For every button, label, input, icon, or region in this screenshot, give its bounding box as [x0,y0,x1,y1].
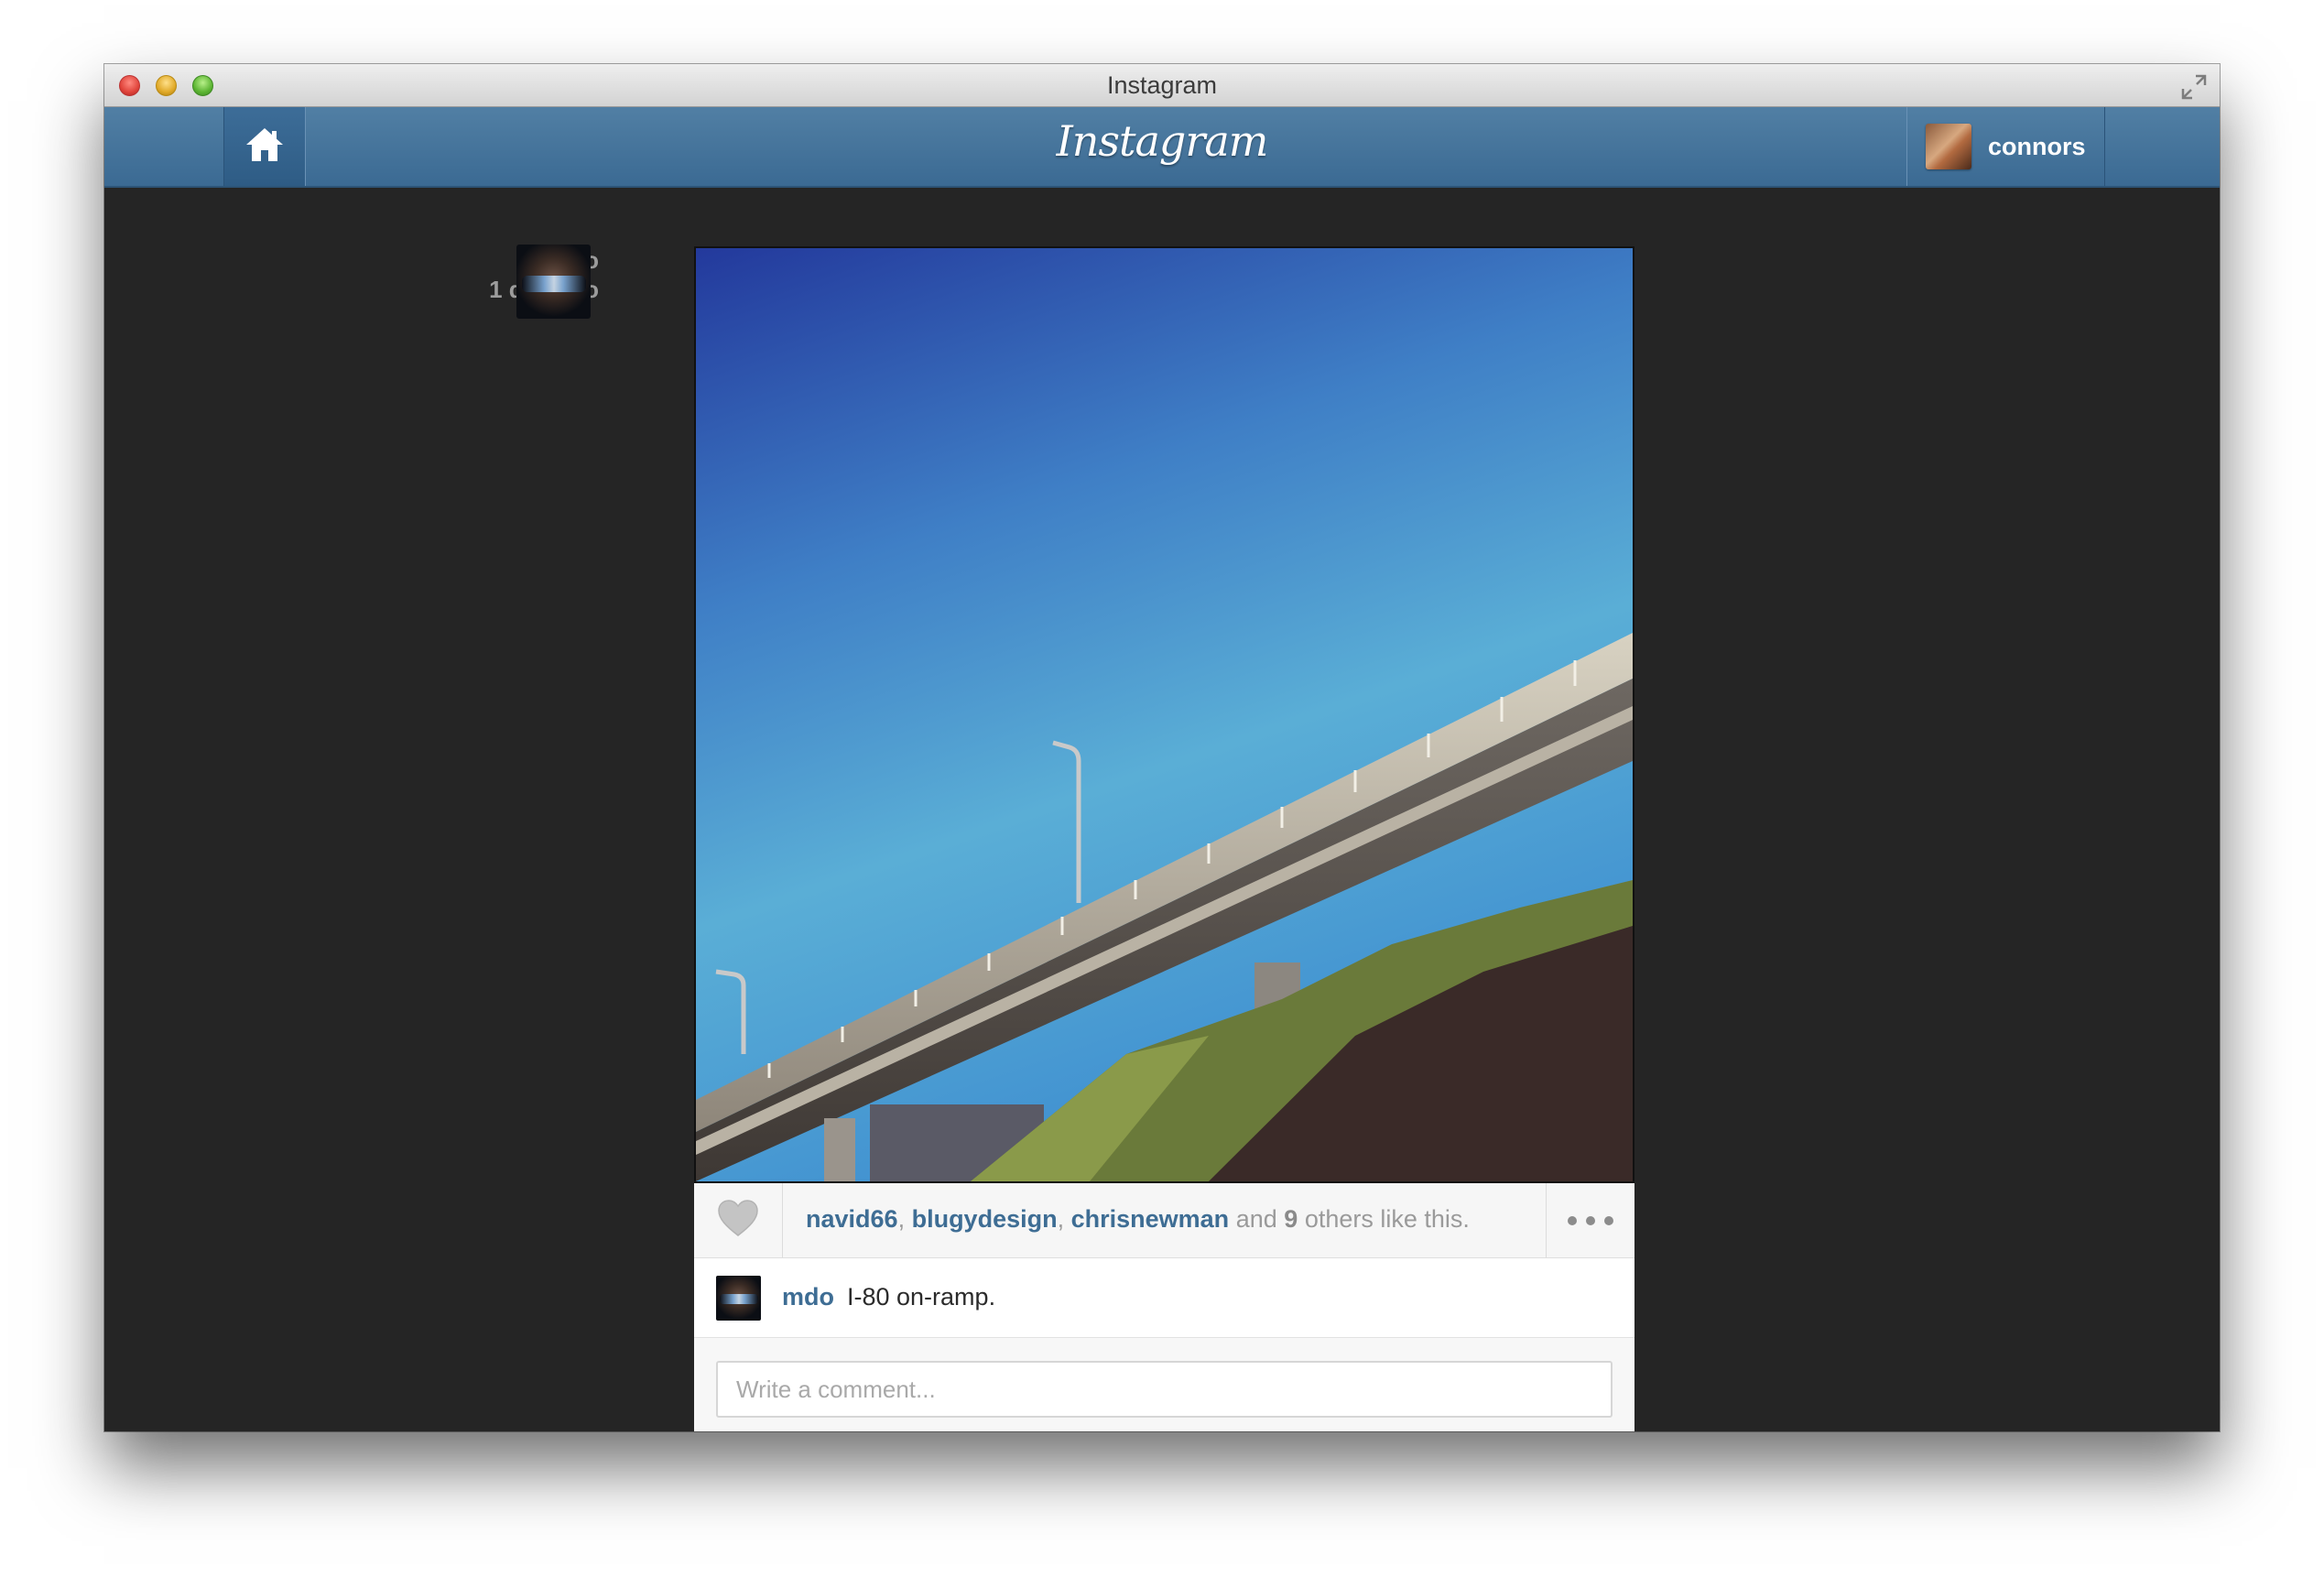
likes-others-count[interactable]: 9 [1284,1205,1298,1233]
app-header: Instagram connors [104,107,2220,188]
more-dots-icon [1568,1215,1613,1225]
window-titlebar[interactable]: Instagram [104,64,2220,107]
caption-author-link[interactable]: mdo [782,1283,834,1311]
instagram-logo[interactable]: Instagram [104,116,2220,166]
fullscreen-icon[interactable] [2179,72,2209,102]
author-avatar[interactable] [516,245,591,319]
caption-avatar[interactable] [716,1276,761,1321]
liker-link[interactable]: navid66 [806,1205,898,1233]
liker-link[interactable]: chrisnewman [1071,1205,1230,1233]
window-title: Instagram [1106,71,1218,99]
heart-icon [717,1199,759,1242]
likes-summary: navid66, blugydesign, chrisnewman and 9 … [806,1205,1470,1233]
caption-row: mdo I-80 on-ramp. [694,1258,1634,1338]
post-photo[interactable] [694,246,1634,1183]
app-window: Instagram Instagram connors mdo 1 day ag… [104,64,2220,1431]
post-card: navid66, blugydesign, chrisnewman and 9 … [694,246,1634,1431]
like-bar: navid66, blugydesign, chrisnewman and 9 … [694,1183,1634,1258]
user-name: connors [1988,132,2086,160]
more-options-button[interactable] [1546,1183,1634,1257]
liker-link[interactable]: blugydesign [912,1205,1058,1233]
user-avatar [1926,124,1971,169]
likes-others-label: others like this. [1304,1205,1470,1233]
comment-input[interactable] [716,1361,1613,1418]
like-button[interactable] [694,1183,783,1257]
user-menu[interactable]: connors [1906,107,2105,186]
caption-text: I-80 on-ramp. [847,1283,996,1311]
comment-row [694,1338,1634,1431]
likes-and-label: and [1235,1205,1277,1233]
